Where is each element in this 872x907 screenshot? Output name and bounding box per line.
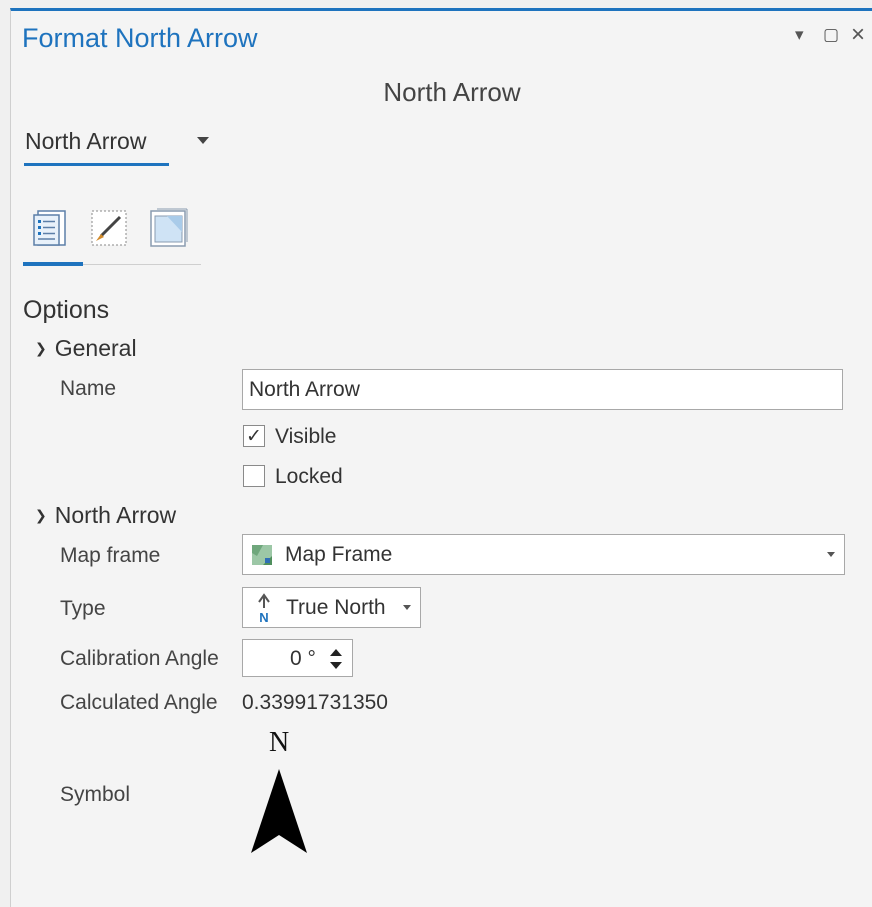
locked-checkbox[interactable] (243, 465, 265, 487)
pane-title: Format North Arrow (22, 23, 258, 53)
element-selector-underline (24, 163, 169, 166)
svg-text:N: N (259, 610, 268, 623)
calculated-angle-value: 0.33991731350 (242, 691, 388, 714)
brush-icon (91, 210, 127, 246)
tab-selected-indicator (23, 262, 83, 266)
tab-divider (83, 264, 201, 265)
calculated-angle-label: Calculated Angle (60, 691, 218, 714)
chevron-down-icon[interactable] (197, 137, 209, 144)
type-label: Type (60, 597, 106, 620)
map-frame-dropdown[interactable]: Map Frame (242, 534, 845, 575)
calibration-angle-label: Calibration Angle (60, 647, 219, 670)
map-frame-icon (252, 544, 272, 565)
calibration-angle-input[interactable]: 0 ° (242, 639, 353, 677)
format-pane: Format North Arrow ▾ ▢ × North Arrow Nor… (10, 8, 872, 907)
panel-heading: North Arrow (383, 77, 521, 107)
options-heading: Options (23, 296, 110, 324)
tab-placement[interactable] (147, 205, 191, 251)
map-frame-value: Map Frame (285, 542, 393, 566)
north-arrow-group-title: North Arrow (54, 502, 177, 528)
locked-label: Locked (275, 465, 343, 488)
visible-label: Visible (275, 425, 337, 448)
collapse-chevron-icon: ❯ (35, 507, 47, 523)
calibration-angle-value: 0 ° (290, 647, 316, 670)
chevron-down-icon (403, 605, 411, 610)
true-north-icon: N (258, 592, 270, 623)
frame-icon (150, 208, 188, 247)
symbol-label: Symbol (60, 783, 131, 806)
options-list-icon (33, 210, 66, 246)
name-input[interactable]: North Arrow (242, 369, 843, 410)
collapse-chevron-icon: ❯ (35, 340, 47, 356)
chevron-down-icon (827, 552, 835, 557)
map-frame-label: Map frame (60, 544, 161, 567)
general-group-header[interactable]: ❯ General (35, 335, 137, 362)
element-selector[interactable]: North Arrow (25, 128, 146, 155)
north-arrow-symbol[interactable]: N (247, 727, 311, 857)
general-group-title: General (54, 335, 137, 361)
north-arrow-group-header[interactable]: ❯ North Arrow (35, 502, 176, 529)
type-value: True North (286, 595, 386, 619)
restore-icon[interactable]: ▢ (823, 25, 839, 45)
spinner-arrows-icon[interactable] (329, 646, 343, 672)
type-dropdown[interactable]: N True North (242, 587, 421, 628)
name-label: Name (60, 377, 117, 400)
north-letter: N (269, 727, 290, 758)
pane-menu-icon[interactable]: ▾ (795, 25, 804, 45)
visible-checkbox[interactable]: ✓ (243, 425, 265, 447)
tab-display[interactable] (87, 205, 131, 251)
close-icon[interactable]: × (851, 21, 865, 49)
tab-options[interactable] (29, 205, 73, 251)
north-arrow-icon (251, 769, 307, 853)
